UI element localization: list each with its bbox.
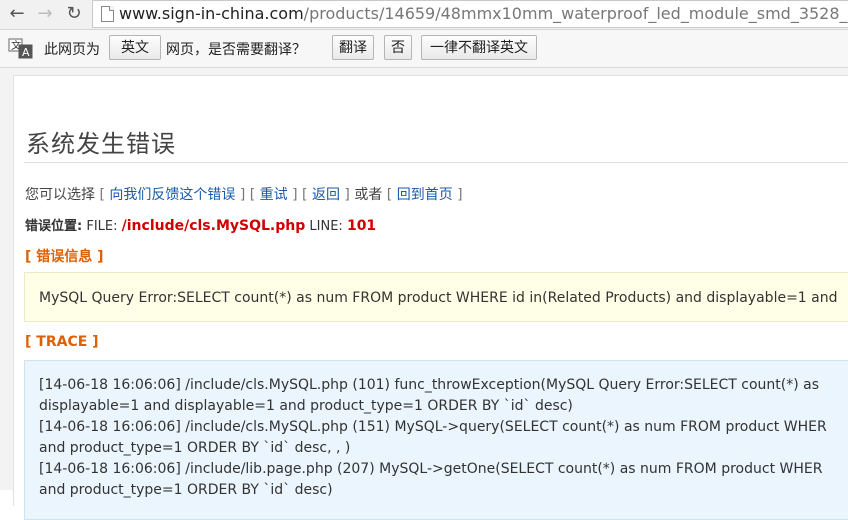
trace-line: [14-06-18 16:06:06] /include/cls.MySQL.p… bbox=[39, 419, 827, 435]
trace-box: [14-06-18 16:06:06] /include/cls.MySQL.p… bbox=[24, 360, 848, 520]
error-location: 错误位置: FILE: /include/cls.MySQL.php LINE:… bbox=[25, 215, 376, 234]
back-arrow-icon[interactable]: ← bbox=[6, 3, 28, 25]
svg-text:A: A bbox=[22, 46, 30, 59]
url-host: www.sign-in-china.com bbox=[119, 4, 304, 23]
error-info-heading: [ 错误信息 ] bbox=[25, 249, 104, 265]
divider bbox=[24, 162, 848, 163]
or-text: 或者 bbox=[354, 187, 383, 203]
choose-options: 您可以选择 [ 向我们反馈这个错误 ] [ 重试 ] [ 返回 ] 或者 [ 回… bbox=[25, 187, 463, 203]
line-label: LINE: bbox=[309, 219, 343, 234]
address-bar: ← → ↻ www.sign-in-china.com/products/146… bbox=[0, 0, 848, 30]
trace-line: [14-06-18 16:06:06] /include/lib.page.ph… bbox=[39, 461, 823, 477]
never-translate-button[interactable]: 一律不翻译英文 bbox=[421, 35, 537, 60]
retry-link[interactable]: 重试 bbox=[260, 187, 288, 203]
url-path: /products/14659/48mmx10mm_waterproof_led… bbox=[303, 4, 848, 23]
translate-button[interactable]: 翻译 bbox=[332, 35, 374, 60]
reload-icon[interactable]: ↻ bbox=[63, 3, 85, 25]
no-button[interactable]: 否 bbox=[384, 35, 412, 60]
url-field[interactable]: www.sign-in-china.com/products/14659/48m… bbox=[92, 0, 848, 28]
trace-heading: [ TRACE ] bbox=[25, 334, 99, 350]
home-link[interactable]: 回到首页 bbox=[397, 187, 453, 203]
translate-question: 网页，是否需要翻译？ bbox=[166, 42, 306, 58]
page-viewport: 系统发生错误 您可以选择 [ 向我们反馈这个错误 ] [ 重试 ] [ 返回 ]… bbox=[0, 68, 848, 520]
file-value: /include/cls.MySQL.php bbox=[121, 218, 306, 234]
trace-line: and product_type=1 ORDER BY `id` desc) bbox=[39, 482, 333, 498]
translate-bar: 文 A 此网页为 英文 网页，是否需要翻译？ 翻译 否 一律不翻译英文 bbox=[0, 30, 848, 76]
page-icon bbox=[101, 6, 114, 22]
trace-line: [14-06-18 16:06:06] /include/cls.MySQL.p… bbox=[39, 377, 820, 393]
language-select[interactable]: 英文 bbox=[109, 35, 161, 76]
translate-icon: 文 A bbox=[8, 38, 33, 59]
trace-line: displayable=1 and displayable=1 and prod… bbox=[39, 398, 573, 414]
choose-prefix: 您可以选择 bbox=[25, 187, 95, 203]
language-select-label: 英文 bbox=[121, 40, 149, 56]
feedback-link[interactable]: 向我们反馈这个错误 bbox=[109, 187, 235, 203]
line-value: 101 bbox=[346, 218, 377, 234]
location-label: 错误位置: bbox=[25, 219, 83, 234]
file-label: FILE: bbox=[86, 219, 118, 234]
forward-arrow-icon[interactable]: → bbox=[34, 3, 56, 25]
translate-prefix: 此网页为 bbox=[44, 42, 100, 58]
back-link[interactable]: 返回 bbox=[312, 187, 340, 203]
page-title: 系统发生错误 bbox=[26, 130, 176, 158]
trace-line: and product_type=1 ORDER BY `id` desc, ,… bbox=[39, 440, 351, 456]
error-message: MySQL Query Error:SELECT count(*) as num… bbox=[24, 272, 848, 322]
error-panel: 系统发生错误 您可以选择 [ 向我们反馈这个错误 ] [ 重试 ] [ 返回 ]… bbox=[13, 75, 848, 520]
